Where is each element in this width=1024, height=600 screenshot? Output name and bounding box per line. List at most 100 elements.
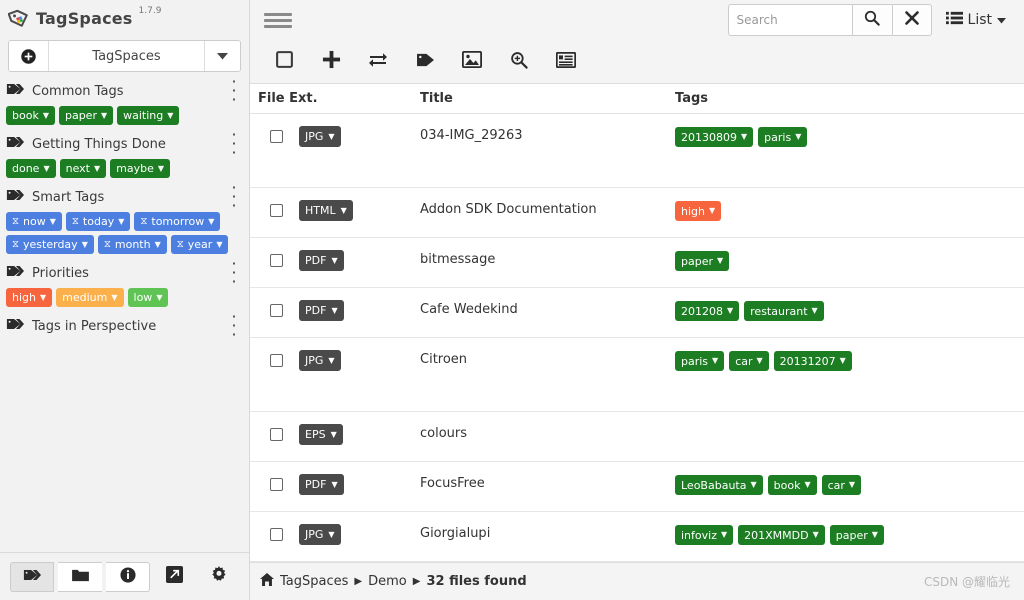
vertical-dots-icon[interactable]: · · · [229,311,239,340]
breadcrumb-demo[interactable]: Demo [368,574,407,589]
tag-chip[interactable]: ⧖ today ▼ [65,212,131,231]
select-all-button[interactable] [272,50,296,74]
file-ext-badge[interactable]: JPG ▼ [299,524,341,545]
row-title[interactable]: FocusFree [420,474,675,491]
toggle-details-button[interactable] [554,50,578,74]
table-row[interactable]: PDF ▼ FocusFree LeoBabauta ▼ book ▼ car ▼ [250,462,1024,512]
show-thumbnails-button[interactable] [460,50,484,74]
row-checkbox[interactable] [270,354,283,367]
tag-chip[interactable]: waiting ▼ [117,106,180,125]
file-ext-badge[interactable]: PDF ▼ [299,300,344,321]
tag-chip[interactable]: infoviz ▼ [675,525,734,545]
info-button[interactable] [106,561,151,592]
tag-chip[interactable]: book ▼ [6,106,55,125]
tag-chip[interactable]: high ▼ [675,201,722,221]
tag-chip[interactable]: 201208 ▼ [675,301,740,321]
row-checkbox[interactable] [270,130,283,143]
tag-chip[interactable]: done ▼ [6,159,56,178]
column-header-file-ext[interactable]: File Ext. [250,91,420,106]
add-tags-button[interactable] [413,50,437,74]
table-row[interactable]: JPG ▼ 034-IMG_29263 20130809 ▼ paris ▼ [250,114,1024,188]
row-checkbox[interactable] [270,428,283,441]
table-row[interactable]: PDF ▼ Cafe Wedekind 201208 ▼ restaurant ▼ [250,288,1024,338]
row-checkbox[interactable] [270,204,283,217]
home-icon [260,573,274,590]
tag-chip[interactable]: 20130809 ▼ [675,127,754,147]
tag-chip[interactable]: maybe ▼ [110,159,171,178]
tag-chip[interactable]: paris ▼ [758,127,808,147]
vertical-dots-icon[interactable]: · · · [229,182,239,211]
tag-chip[interactable]: paris ▼ [675,351,725,371]
row-title[interactable]: colours [420,424,675,441]
tag-chip[interactable]: high ▼ [6,288,53,307]
file-ext-badge[interactable]: PDF ▼ [299,474,344,495]
file-ext-badge[interactable]: JPG ▼ [299,126,341,147]
taggroup-header-tags-in-perspective[interactable]: Tags in Perspective · · · [0,311,249,340]
tag-chip[interactable]: medium ▼ [56,288,124,307]
tag-chip[interactable]: ⧖ yesterday ▼ [6,235,94,254]
zoom-button[interactable] [507,50,531,74]
column-header-tags[interactable]: Tags [675,91,1024,106]
tag-chip[interactable]: car ▼ [821,475,862,495]
taggroup-header-getting-things-done[interactable]: Getting Things Done · · · [0,129,249,158]
tag-chip[interactable]: paper ▼ [829,525,884,545]
vertical-dots-icon[interactable]: · · · [229,258,239,287]
current-location-label[interactable]: TagSpaces [49,41,204,71]
row-title[interactable]: bitmessage [420,250,675,267]
tag-library-button[interactable] [10,561,55,592]
tag-chip[interactable]: ⧖ year ▼ [170,235,229,254]
row-title[interactable]: Citroen [420,350,675,367]
file-ext-badge[interactable]: PDF ▼ [299,250,344,271]
table-row[interactable]: JPG ▼ Citroen paris ▼ car ▼ 20131207 ▼ [250,338,1024,412]
tag-chip[interactable]: book ▼ [767,475,817,495]
tag-chip[interactable]: 201XMMDD ▼ [738,525,825,545]
row-checkbox[interactable] [270,304,283,317]
file-ext-badge[interactable]: JPG ▼ [299,350,341,371]
table-row[interactable]: JPG ▼ Giorgialupi infoviz ▼ 201XMMDD ▼ pape… [250,512,1024,562]
row-title[interactable]: 034-IMG_29263 [420,126,675,143]
view-switch-button[interactable]: List [940,11,1016,29]
watermark: CSDN @耀临光 [923,575,1010,589]
tag-chip[interactable]: LeoBabauta ▼ [675,475,763,495]
search-input[interactable] [727,4,852,36]
row-title[interactable]: Giorgialupi [420,524,675,541]
tag-chip[interactable]: low ▼ [127,288,169,307]
tag-chip[interactable]: 20131207 ▼ [773,351,852,371]
file-manager-button[interactable] [58,561,103,592]
vertical-dots-icon[interactable]: · · · [229,76,239,105]
row-checkbox[interactable] [270,254,283,267]
tag-chip[interactable]: ⧖ now ▼ [6,212,62,231]
tag-chip[interactable]: ⧖ month ▼ [97,235,167,254]
row-checkbox[interactable] [270,478,283,491]
taggroup-header-priorities[interactable]: Priorities · · · [0,258,249,287]
file-ext-badge[interactable]: HTML ▼ [299,200,353,221]
row-title[interactable]: Addon SDK Documentation [420,200,675,217]
chevron-down-icon[interactable] [204,41,240,71]
breadcrumb-tagspaces[interactable]: TagSpaces [280,574,348,589]
tag-chip[interactable]: next ▼ [59,159,107,178]
row-title[interactable]: Cafe Wedekind [420,300,675,317]
create-file-button[interactable] [319,50,343,74]
table-row[interactable]: PDF ▼ bitmessage paper ▼ [250,238,1024,288]
settings-button[interactable] [199,562,239,592]
table-row[interactable]: EPS ▼ colours [250,412,1024,462]
row-checkbox[interactable] [270,528,283,541]
vertical-dots-icon[interactable]: · · · [229,129,239,158]
taggroup-header-smart-tags[interactable]: Smart Tags · · · [0,182,249,211]
add-location-icon[interactable] [9,41,49,71]
search-submit-button[interactable] [851,4,892,36]
move-copy-button[interactable] [366,50,390,74]
taggroup-header-common-tags[interactable]: Common Tags · · · [0,76,249,105]
tag-chip[interactable]: car ▼ [729,351,769,371]
search-clear-button[interactable] [891,4,932,36]
hamburger-menu-icon[interactable] [264,8,292,32]
file-ext-badge[interactable]: EPS ▼ [299,424,343,445]
open-external-button[interactable] [154,562,194,592]
column-header-title[interactable]: Title [420,91,675,106]
tag-chip[interactable]: paper ▼ [675,251,730,271]
tag-chip[interactable]: ⧖ tomorrow ▼ [134,212,221,231]
tag-chip[interactable]: restaurant ▼ [744,301,824,321]
tag-chip[interactable]: paper ▼ [58,106,114,125]
table-row[interactable]: HTML ▼ Addon SDK Documentation high ▼ [250,188,1024,238]
tags-icon [23,568,42,586]
